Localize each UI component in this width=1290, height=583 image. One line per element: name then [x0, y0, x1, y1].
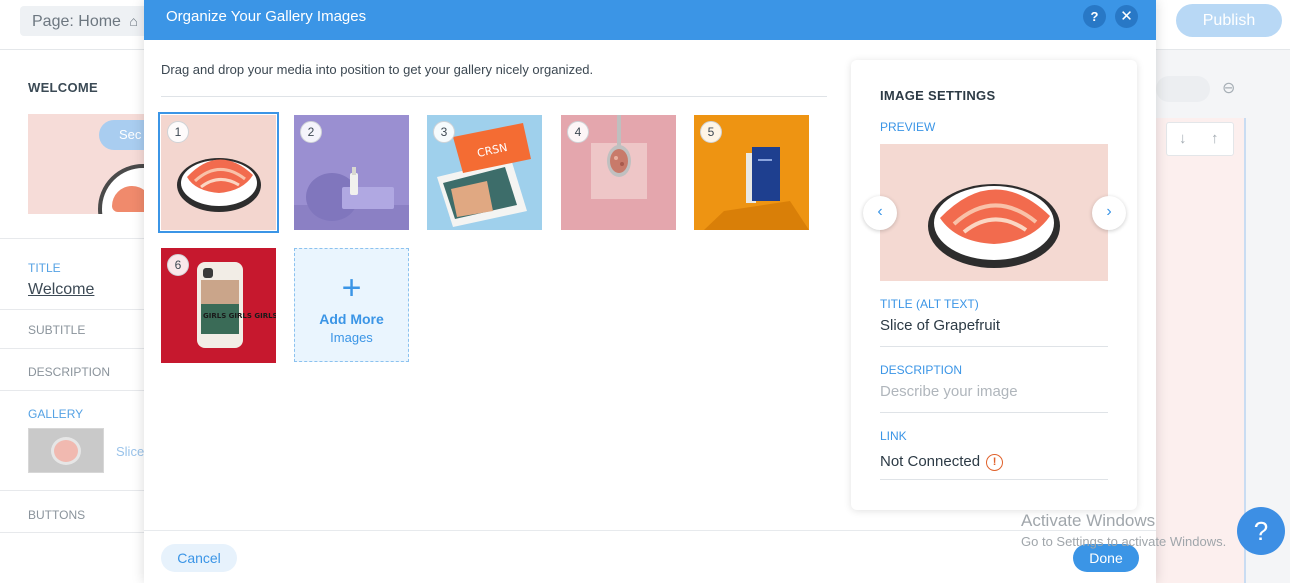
add-more-label: Add More [319, 311, 384, 327]
gallery-tile-2[interactable]: 2 [294, 115, 409, 230]
warning-icon: ! [986, 454, 1004, 471]
divider [0, 532, 144, 533]
watermark-subtitle: Go to Settings to activate Windows. [1021, 534, 1227, 549]
publish-button[interactable]: Publish [1176, 4, 1282, 37]
title-label: TITLE [28, 261, 61, 275]
tile-number: 2 [300, 121, 322, 143]
divider [0, 348, 144, 349]
section-heading: WELCOME [28, 80, 98, 95]
thumbnail-plate [51, 437, 81, 465]
description-label: DESCRIPTION [880, 363, 963, 377]
cancel-button[interactable]: Cancel [161, 544, 237, 572]
description-input[interactable]: Describe your image [880, 383, 1018, 400]
add-more-sublabel: Images [330, 330, 373, 345]
gallery-tile-1[interactable]: 1 [158, 112, 279, 233]
arrow-down-icon[interactable]: ↓ [1179, 130, 1187, 147]
zoom-out-icon[interactable]: ⊖ [1222, 78, 1244, 100]
tile-number: 1 [167, 121, 189, 143]
section-preview: Sec [28, 114, 144, 214]
add-more-images-button[interactable]: + Add More Images [294, 248, 409, 362]
instructions-text: Drag and drop your media into position t… [161, 62, 594, 77]
activate-windows-watermark: Activate Windows Go to Settings to activ… [1021, 511, 1226, 549]
dialog-header: Organize Your Gallery Images ? ✕ [144, 0, 1156, 40]
case-text: GIRLS GIRLS GIRLS [203, 312, 276, 320]
left-settings-panel: WELCOME Sec TITLE Welcome SUBTITLE DESCR… [0, 50, 144, 583]
divider [0, 490, 144, 491]
description-label[interactable]: DESCRIPTION [28, 365, 110, 379]
divider [880, 412, 1108, 413]
link-value: Not Connected [880, 453, 981, 470]
divider [880, 346, 1108, 347]
arrow-up-icon[interactable]: ↑ [1211, 130, 1219, 147]
plus-icon: + [341, 269, 362, 307]
footer-divider [144, 530, 1156, 531]
preview-section-button[interactable]: Sec [99, 120, 144, 150]
gallery-tile-4[interactable]: 4 [561, 115, 676, 230]
image-preview [880, 144, 1108, 281]
subtitle-label[interactable]: SUBTITLE [28, 323, 85, 337]
title-value[interactable]: Welcome [28, 281, 94, 299]
home-icon: ⌂ [129, 13, 138, 29]
alt-title-input[interactable]: Slice of Grapefruit [880, 317, 1000, 334]
close-icon[interactable]: ✕ [1115, 5, 1138, 28]
tile-number: 4 [567, 121, 589, 143]
search-field[interactable] [1156, 76, 1210, 102]
link-label: LINK [880, 429, 907, 443]
gallery-tile-5[interactable]: 5 [694, 115, 809, 230]
link-field[interactable]: Not Connected! [880, 453, 1004, 471]
gallery-thumbnail[interactable] [28, 428, 104, 473]
gallery-label: GALLERY [28, 407, 84, 421]
tile-number: 3 [433, 121, 455, 143]
watermark-title: Activate Windows [1021, 511, 1156, 530]
divider [0, 238, 144, 239]
divider [0, 390, 144, 391]
next-image-button[interactable]: › [1092, 196, 1126, 230]
buttons-label[interactable]: BUTTONS [28, 508, 85, 522]
divider [880, 479, 1108, 480]
move-controls: ↓ ↑ [1166, 122, 1234, 156]
right-editor-area: ⊖ ↓ ↑ [1156, 50, 1290, 583]
preview-label: PREVIEW [880, 120, 936, 134]
gallery-tile-6[interactable]: 6 GIRLS GIRLS GIRLS [161, 248, 276, 363]
page-selector-label: Page: Home [32, 13, 121, 30]
alt-title-label: TITLE (ALT TEXT) [880, 297, 979, 311]
divider [161, 96, 827, 97]
gallery-item-text: Slice [116, 444, 145, 459]
tile-number: 5 [700, 121, 722, 143]
gallery-tile-3[interactable]: 3 CRSN [427, 115, 542, 230]
tile-number: 6 [167, 254, 189, 276]
dialog-title: Organize Your Gallery Images [166, 8, 367, 25]
settings-heading: IMAGE SETTINGS [880, 88, 996, 103]
organize-gallery-dialog: Organize Your Gallery Images ? ✕ Drag an… [144, 0, 1156, 583]
page-selector[interactable]: Page: Home ⌂ [20, 6, 150, 36]
divider [0, 309, 144, 310]
previous-image-button[interactable]: ‹ [863, 196, 897, 230]
grapefruit-preview [880, 144, 1108, 281]
help-chat-button[interactable]: ? [1237, 507, 1285, 555]
image-settings-panel: IMAGE SETTINGS PREVIEW ‹ › TITLE (ALT TE… [851, 60, 1137, 510]
help-icon[interactable]: ? [1083, 5, 1106, 28]
